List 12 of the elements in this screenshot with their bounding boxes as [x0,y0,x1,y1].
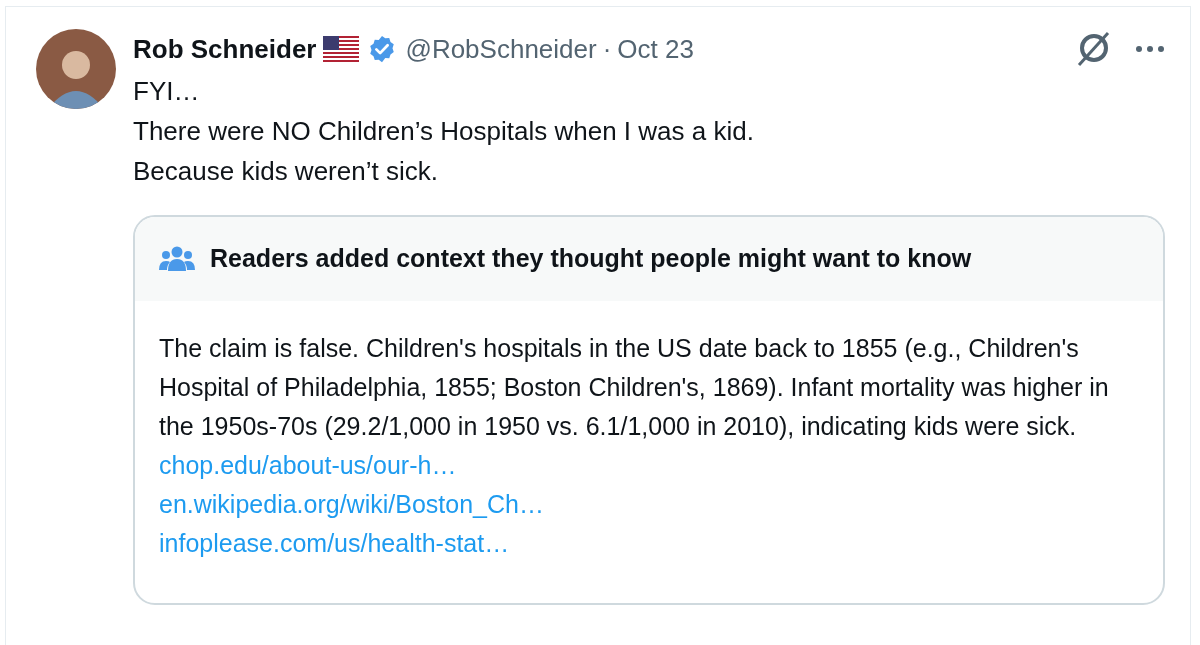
people-icon [159,245,195,273]
post-text: FYI… [133,75,201,108]
note-text: The claim is false. Children's hospitals in the US date back to 1855 (e.g., Children's Hospital of Philadelphia, 1855; Boston Children's, 1869). Infant mortality was higher in the 1950s-70s (29.2/1,000 in 1950 vs. 6.1/1,000 in 2010), indicating kids were sick. [159,333,1110,442]
flag-icon [323,36,360,62]
author-name[interactable]: Rob Schneider [133,36,317,62]
author-handle[interactable]: @RobSchneider [405,36,597,62]
post-date[interactable]: Oct 23 [617,36,694,62]
note-heading: Readers added context they thought people might want to know [210,243,972,275]
post-text: Because kids weren’t sick. [133,155,439,188]
separator-dot: · [602,36,612,62]
post-text: There were NO Children’s Hospitals when I was a kid. [133,115,755,148]
more-icon[interactable] [1135,45,1165,53]
